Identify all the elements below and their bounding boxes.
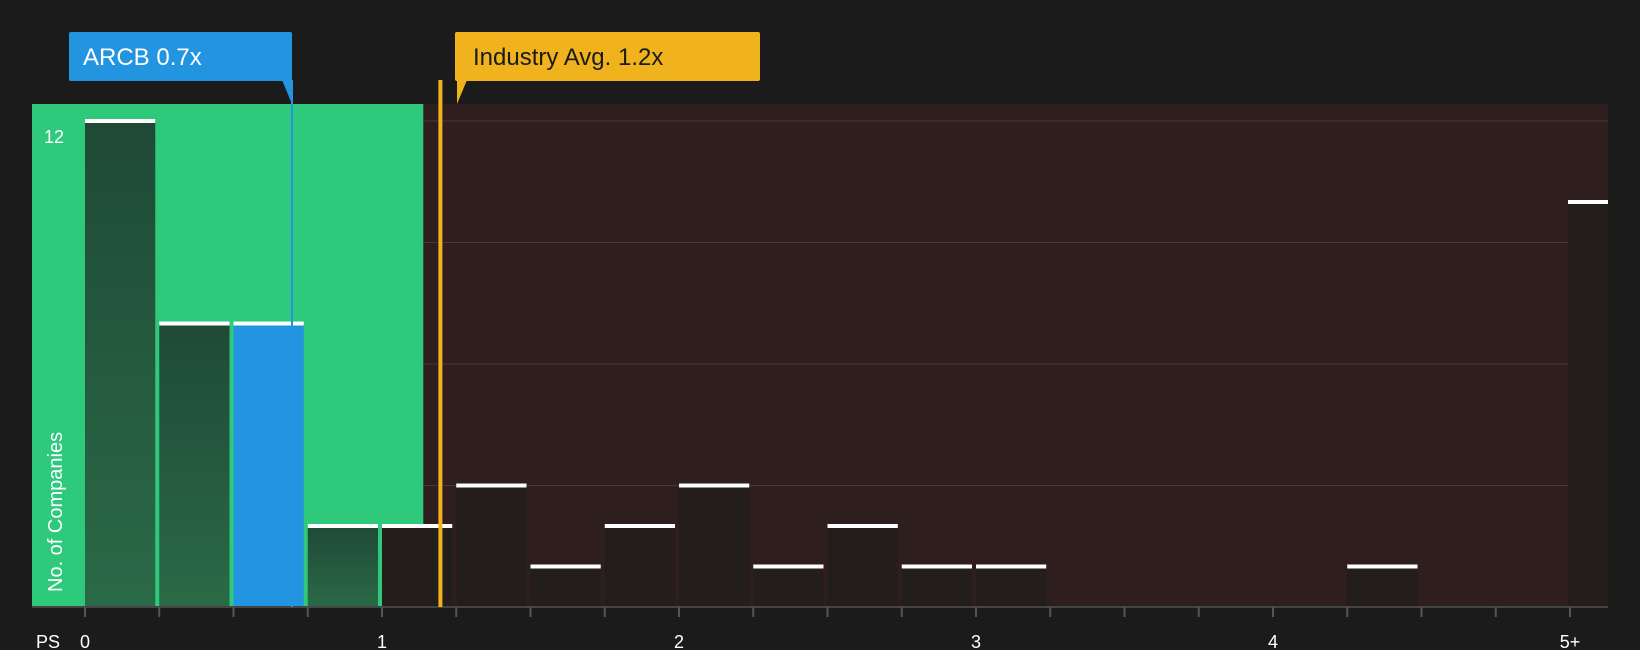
marker-pointer [282,80,292,104]
bar-cap [976,564,1047,569]
x-tick-label: 1 [377,632,387,650]
x-tick-label: 3 [971,632,981,650]
bar-cap [307,524,378,528]
ps-ratio-chart: 0 1 2 3 4 5+ ARCB 0.7x Industry Avg. 1.2x 12 N… [32,32,1608,650]
histogram-bar [827,526,898,607]
x-tick-label: 4 [1268,632,1278,650]
histogram-bar [456,485,527,607]
histogram-bar [1568,202,1608,607]
x-tick-label: 2 [674,632,684,650]
y-axis-title: No. of Companies [45,432,67,592]
overvalued-zone [423,104,1608,607]
histogram-bar [85,121,156,607]
marker-pointer [457,80,467,104]
bar-cap [604,524,675,528]
bar-cap [233,321,304,326]
bar-cap [1347,564,1418,569]
bar-cap [530,564,601,569]
x-axis: 0 1 2 3 4 5+ [32,606,1608,650]
histogram-bar [679,485,750,607]
bar-cap [85,119,156,123]
histogram-bar [976,566,1047,607]
marker-label: Industry Avg. 1.2x [473,44,663,71]
bar-cap [456,483,527,488]
bar-cap [1568,200,1608,204]
x-tick-label: 5+ [1560,632,1581,650]
histogram-bar [233,323,304,607]
marker-label: ARCB 0.7x [83,44,202,71]
histogram-bar [307,526,378,607]
bar-cap [827,524,898,528]
x-axis-title: PS [36,632,60,650]
histogram-bar [901,566,972,607]
histogram-bar [159,323,230,607]
bar-cap [901,564,972,569]
x-tick-label: 0 [80,632,90,650]
histogram-bar [753,566,824,607]
histogram-bar [604,526,675,607]
histogram-bar [1347,566,1418,607]
y-tick-label: 12 [44,127,64,147]
bar-cap [159,321,230,326]
histogram-bar [530,566,601,607]
bar-cap [679,483,750,488]
bar-cap [753,564,824,569]
